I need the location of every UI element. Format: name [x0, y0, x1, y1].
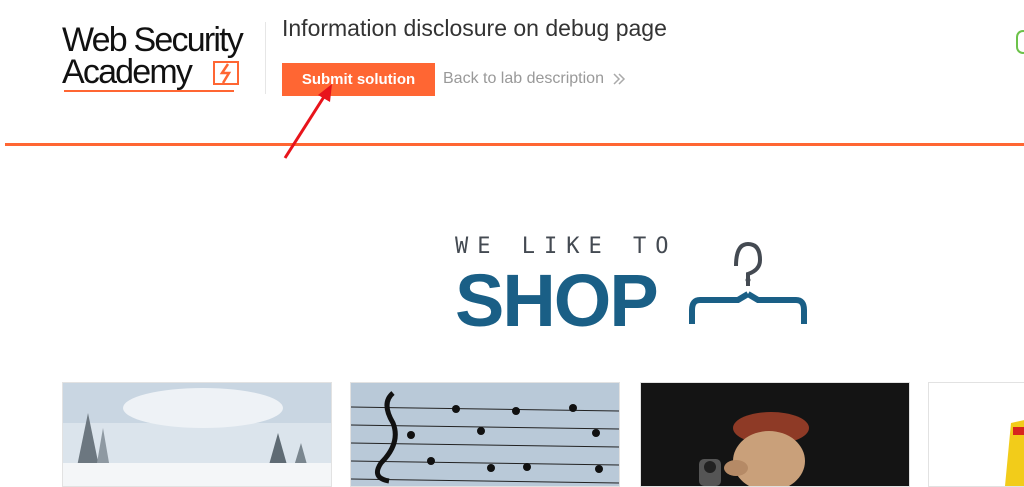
hero-tagline: WE LIKE TO: [455, 234, 678, 259]
logo-text-line1: Web Security: [62, 21, 244, 59]
hero-title: SHOP: [455, 259, 659, 342]
product-card[interactable]: [62, 382, 332, 487]
product-card[interactable]: [928, 382, 1024, 487]
music-notes-birds-image: [351, 383, 619, 486]
lab-title: Information disclosure on debug page: [282, 15, 667, 41]
logo-underline: [64, 90, 234, 92]
product-card[interactable]: [350, 382, 620, 487]
back-to-lab-description-link[interactable]: Back to lab description: [443, 70, 626, 88]
old-man-camera-image: [641, 383, 909, 486]
yellow-product-image: [929, 383, 1024, 486]
header-orange-divider: [5, 143, 1024, 146]
we-like-to-shop-banner: WE LIKE TO SHOP: [455, 234, 815, 342]
red-arrow-annotation-icon: [283, 84, 332, 159]
header-divider: [265, 22, 266, 94]
lightning-logo-icon: [213, 61, 239, 85]
lab-status-icon: [1016, 30, 1024, 54]
product-card[interactable]: [640, 382, 910, 487]
back-link-label: Back to lab description: [443, 70, 604, 87]
product-grid: [0, 382, 1024, 487]
snowy-forest-image: [63, 383, 331, 486]
logo-text-line2: Academy: [62, 53, 193, 91]
hanger-icon: [689, 241, 807, 324]
lab-header: Web Security Academy Information disclos…: [0, 0, 1024, 146]
web-security-academy-logo[interactable]: Web Security Academy: [62, 22, 262, 96]
double-chevron-right-icon: [613, 73, 626, 85]
